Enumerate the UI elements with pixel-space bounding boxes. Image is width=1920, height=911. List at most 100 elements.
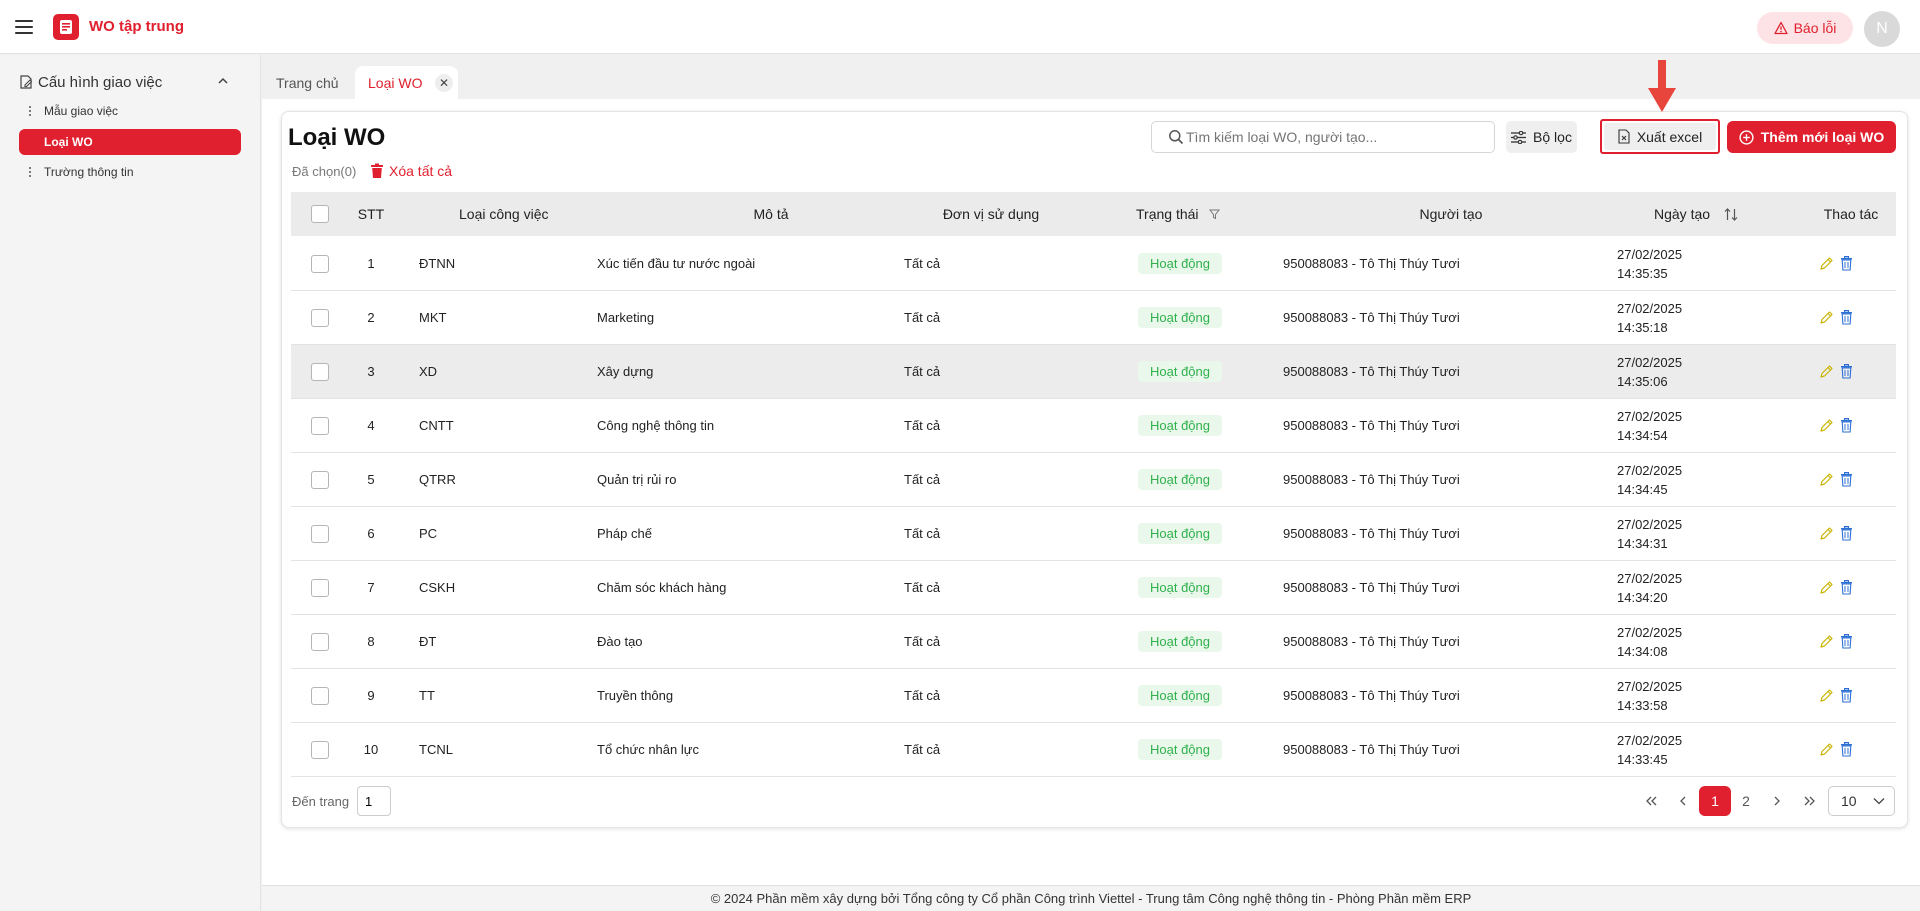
pencil-icon[interactable]	[1819, 742, 1834, 757]
table-row[interactable]: 10 TCNL Tổ chức nhân lực Tất cả Hoạt động 950…	[291, 723, 1896, 777]
cell-created: 27/02/2025 14:35:18	[1617, 291, 1682, 344]
row-checkbox[interactable]	[311, 470, 329, 489]
cell-creator: 950088083 - Tô Thị Thúy Tươi	[1283, 310, 1460, 325]
close-tab-icon[interactable]: ✕	[435, 74, 453, 92]
pencil-icon[interactable]	[1819, 472, 1834, 487]
goto-page-label: Đến trang	[292, 794, 350, 809]
delete-all-button[interactable]: Xóa tất cả	[370, 163, 452, 179]
cell-unit: Tất cả	[904, 580, 941, 595]
cell-actions	[1819, 723, 1853, 776]
sidebar-item-truong-thong-tin[interactable]: Trường thông tin	[19, 159, 241, 185]
created-date: 27/02/2025	[1617, 300, 1683, 316]
page-button-1[interactable]: 1	[1699, 786, 1731, 816]
row-checkbox[interactable]	[311, 686, 329, 705]
cell-actions	[1819, 291, 1853, 344]
trash-icon[interactable]	[1840, 364, 1853, 379]
row-checkbox[interactable]	[311, 740, 329, 759]
trash-icon[interactable]	[1840, 418, 1853, 433]
report-bug-button[interactable]: Báo lỗi	[1757, 12, 1853, 44]
add-wo-type-button[interactable]: Thêm mới loại WO	[1727, 121, 1896, 153]
table-row[interactable]: 4 CNTT Công nghệ thông tin Tất cả Hoạt động 9…	[291, 399, 1896, 453]
trash-icon[interactable]	[1840, 742, 1853, 757]
cell-desc: Marketing	[597, 310, 655, 325]
pencil-icon[interactable]	[1819, 364, 1834, 379]
row-checkbox[interactable]	[311, 578, 329, 597]
row-checkbox[interactable]	[311, 416, 329, 435]
search-input[interactable]	[1151, 121, 1495, 153]
row-select-cell	[311, 291, 329, 344]
goto-page-input[interactable]	[357, 786, 391, 816]
top-header: WO tập trung Báo lỗi N	[0, 0, 1920, 54]
pencil-icon[interactable]	[1819, 256, 1834, 271]
tab-loai-wo[interactable]: Loại WO ✕	[355, 66, 458, 99]
trash-icon[interactable]	[1840, 688, 1853, 703]
cell-stt: 5	[367, 472, 375, 487]
cell-status: Hoạt động	[1138, 507, 1222, 560]
sidebar-item-loai-wo[interactable]: Loại WO	[19, 129, 241, 155]
row-select-cell	[311, 561, 329, 614]
tab-home[interactable]: Trang chủ	[276, 66, 339, 99]
created-date: 27/02/2025	[1617, 732, 1683, 748]
cell-actions	[1819, 237, 1853, 290]
trash-icon[interactable]	[1840, 526, 1853, 541]
cell-status: Hoạt động	[1138, 669, 1222, 722]
cell-creator: 950088083 - Tô Thị Thúy Tươi	[1283, 634, 1460, 649]
row-checkbox[interactable]	[311, 308, 329, 327]
pencil-icon[interactable]	[1819, 526, 1834, 541]
hamburger-menu-icon[interactable]	[15, 19, 33, 34]
row-select-cell	[311, 453, 329, 506]
trash-icon[interactable]	[1840, 580, 1853, 595]
trash-icon[interactable]	[1840, 310, 1853, 325]
row-checkbox[interactable]	[311, 254, 329, 273]
filter-funnel-icon[interactable]	[1208, 209, 1220, 220]
table-row[interactable]: 7 CSKH Chăm sóc khách hàng Tất cả Hoạt động 9…	[291, 561, 1896, 615]
page-button-2[interactable]: 2	[1736, 786, 1756, 816]
created-time: 14:33:45	[1617, 751, 1668, 767]
next-page-icon[interactable]	[1767, 786, 1787, 816]
table-row[interactable]: 5 QTRR Quản trị rủi ro Tất cả Hoạt động 95008…	[291, 453, 1896, 507]
cell-created: 27/02/2025 14:34:20	[1617, 561, 1682, 614]
first-page-icon[interactable]	[1641, 786, 1661, 816]
pencil-icon[interactable]	[1819, 634, 1834, 649]
sidebar-item-mau-giao-viec[interactable]: Mẫu giao việc	[19, 98, 241, 124]
prev-page-icon[interactable]	[1673, 786, 1693, 816]
created-date: 27/02/2025	[1617, 570, 1683, 586]
trash-icon[interactable]	[1840, 472, 1853, 487]
select-all-checkbox[interactable]	[311, 205, 329, 223]
page-size-select[interactable]: 10	[1828, 786, 1895, 816]
pencil-icon[interactable]	[1819, 688, 1834, 703]
sort-icon[interactable]	[1724, 207, 1738, 222]
sidebar-group-config[interactable]: Cấu hình giao việc	[18, 71, 230, 93]
cell-creator: 950088083 - Tô Thị Thúy Tươi	[1283, 418, 1460, 433]
pencil-icon[interactable]	[1819, 418, 1834, 433]
table-row[interactable]: 9 TT Truyền thông Tất cả Hoạt động 950088083 …	[291, 669, 1896, 723]
cell-stt: 4	[367, 418, 375, 433]
sliders-icon	[1511, 130, 1527, 144]
chevron-up-icon[interactable]	[216, 74, 230, 88]
filter-button[interactable]: Bộ lọc	[1506, 121, 1577, 153]
pencil-icon[interactable]	[1819, 310, 1834, 325]
created-time: 14:34:31	[1617, 535, 1668, 551]
col-type-header: Loại công việc	[459, 206, 549, 222]
table-row[interactable]: 2 MKT Marketing Tất cả Hoạt động 950088083 - …	[291, 291, 1896, 345]
table-row[interactable]: 8 ĐT Đào tạo Tất cả Hoạt động 950088083 - Tô …	[291, 615, 1896, 669]
table-row[interactable]: 1 ĐTNN Xúc tiến đầu tư nước ngoài Tất cả Hoạ…	[291, 237, 1896, 291]
export-excel-button[interactable]: Xuất excel	[1600, 119, 1720, 154]
table-row[interactable]: 3 XD Xây dựng Tất cả Hoạt động 950088083 - Tô…	[291, 345, 1896, 399]
pencil-icon[interactable]	[1819, 580, 1834, 595]
last-page-icon[interactable]	[1800, 786, 1820, 816]
user-avatar[interactable]: N	[1864, 11, 1900, 47]
status-badge: Hoạt động	[1138, 523, 1222, 544]
cell-created: 27/02/2025 14:35:06	[1617, 345, 1682, 398]
trash-icon[interactable]	[1840, 634, 1853, 649]
table-row[interactable]: 6 PC Pháp chế Tất cả Hoạt động 950088083 - Tô…	[291, 507, 1896, 561]
row-checkbox[interactable]	[311, 632, 329, 651]
status-badge: Hoạt động	[1138, 631, 1222, 652]
trash-icon[interactable]	[1840, 256, 1853, 271]
add-wo-type-label: Thêm mới loại WO	[1760, 129, 1885, 145]
row-checkbox[interactable]	[311, 362, 329, 381]
row-checkbox[interactable]	[311, 524, 329, 543]
cell-desc: Truyền thông	[597, 688, 674, 703]
cell-created: 27/02/2025 14:35:35	[1617, 237, 1682, 290]
cell-created: 27/02/2025 14:33:45	[1617, 723, 1682, 776]
